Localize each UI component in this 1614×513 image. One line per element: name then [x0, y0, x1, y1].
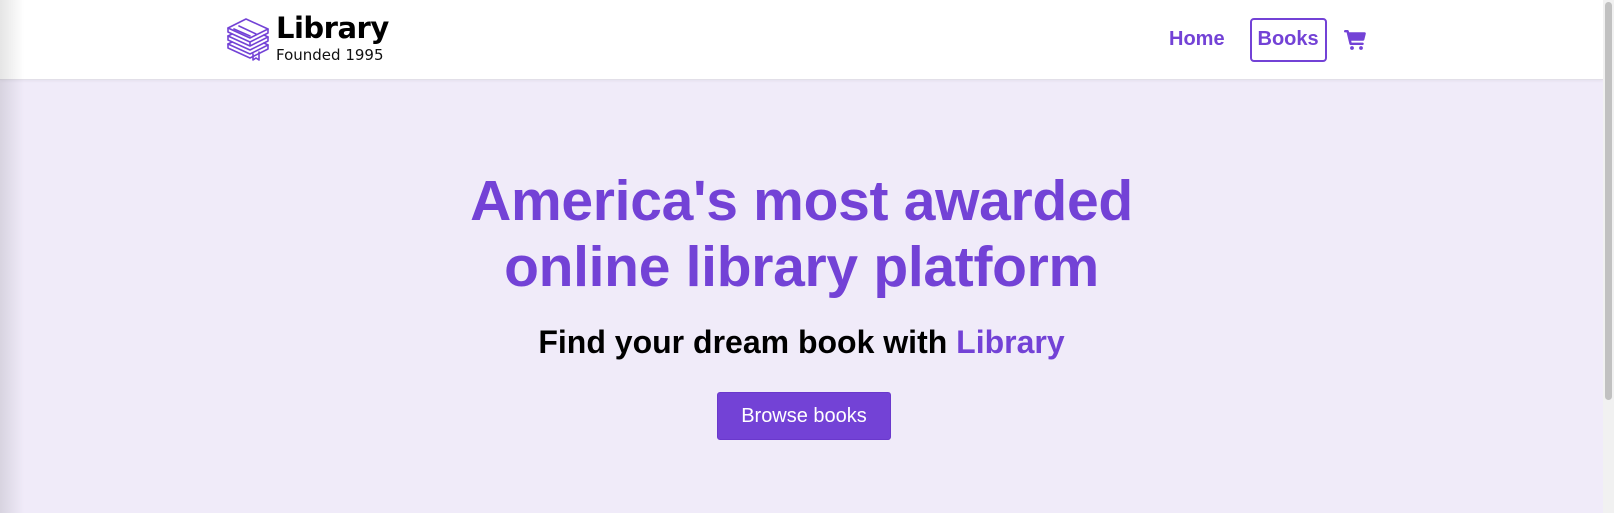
browse-books-button[interactable]: Browse books	[717, 392, 891, 440]
hero-subtitle-prefix: Find your dream book with	[538, 324, 957, 360]
main-nav: Home Books	[1160, 17, 1367, 62]
brand-logo[interactable]: Library Founded 1995	[226, 10, 389, 66]
brand-tagline: Founded 1995	[276, 45, 384, 64]
books-stack-icon	[226, 15, 270, 61]
nav-link-books[interactable]: Books	[1249, 17, 1327, 62]
page: Library Founded 1995 Home Books America'…	[0, 0, 1614, 513]
cart-button[interactable]	[1343, 28, 1367, 52]
hero-title-line-1: America's most awarded	[470, 169, 1133, 233]
brand-text: Library Founded 1995	[276, 10, 389, 64]
hero-subtitle: Find your dream book with Library	[0, 323, 1603, 361]
navbar: Library Founded 1995 Home Books	[0, 0, 1603, 80]
cart-icon	[1343, 29, 1366, 50]
nav-link-home[interactable]: Home	[1160, 18, 1234, 62]
hero-title-line-2: online library platform	[504, 235, 1099, 299]
vertical-scrollbar[interactable]	[1603, 0, 1614, 513]
scrollbar-thumb[interactable]	[1605, 2, 1612, 400]
hero-subtitle-highlight: Library	[956, 324, 1065, 360]
hero-title: America's most awarded online library pl…	[0, 168, 1603, 300]
hero-section: America's most awarded online library pl…	[0, 80, 1603, 513]
brand-name: Library	[276, 10, 389, 45]
